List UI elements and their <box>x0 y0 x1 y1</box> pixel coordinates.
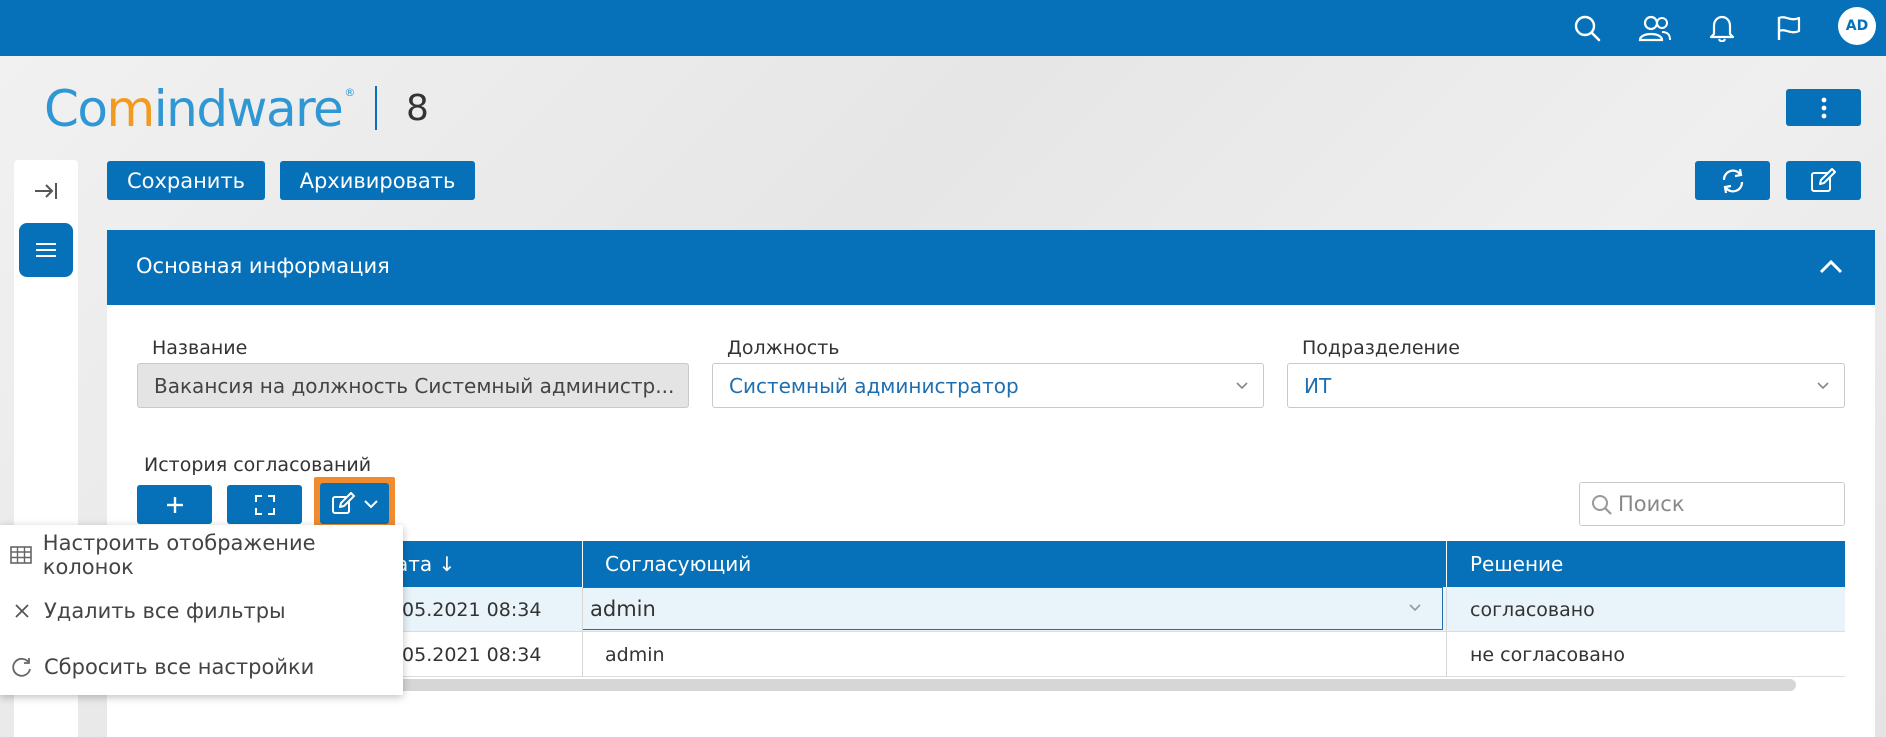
column-header-approver[interactable]: Согласующий <box>605 541 751 587</box>
save-button[interactable]: Сохранить <box>107 161 265 200</box>
users-icon[interactable] <box>1637 10 1673 46</box>
position-value: Системный администратор <box>729 373 1019 398</box>
reset-icon <box>0 656 44 678</box>
add-row-button[interactable] <box>137 485 212 524</box>
column-divider <box>1446 587 1447 677</box>
department-label: Подразделение <box>1302 337 1460 359</box>
record-number: 8 <box>406 88 429 129</box>
row-decision: согласовано <box>1470 598 1595 621</box>
menu-item-label: Настроить отображение колонок <box>42 531 316 579</box>
name-field[interactable]: Вакансия на должность Системный админист… <box>137 363 689 408</box>
row-date: .05.2021 08:34 <box>396 643 542 666</box>
department-select[interactable]: ИТ <box>1287 363 1845 408</box>
fullscreen-button[interactable] <box>227 485 302 524</box>
grid-settings-button[interactable] <box>320 483 389 524</box>
row-approver: admin <box>590 596 656 621</box>
chevron-up-icon[interactable] <box>1819 258 1843 274</box>
search-input[interactable]: Поиск <box>1579 482 1845 526</box>
archive-button[interactable]: Архивировать <box>280 161 475 200</box>
flag-icon[interactable] <box>1771 10 1807 46</box>
search-icon <box>1592 495 1612 515</box>
edit-icon <box>331 491 355 514</box>
grid-settings-menu: Настроить отображение колонок Удалить вс… <box>0 525 403 695</box>
table-icon <box>0 546 43 564</box>
column-header-date[interactable]: ата ↓ <box>396 541 455 587</box>
header-divider <box>582 541 583 587</box>
grid-header: ата ↓ Согласующий Решение <box>396 541 1845 587</box>
table-row[interactable]: .05.2021 08:34 admin не согласовано <box>396 632 1845 677</box>
menu-item-label: Сбросить все настройки <box>44 655 315 679</box>
menu-item-reset-settings[interactable]: Сбросить все настройки <box>0 639 403 695</box>
more-options-button[interactable] <box>1786 89 1861 126</box>
chevron-down-icon <box>363 499 378 508</box>
row-approver: admin <box>605 643 665 666</box>
approver-editor[interactable]: admin <box>582 587 1443 630</box>
column-header-decision[interactable]: Решение <box>1470 541 1563 587</box>
position-label: Должность <box>727 337 840 359</box>
menu-item-clear-filters[interactable]: Удалить все фильтры <box>0 583 403 639</box>
plus-icon <box>166 496 183 513</box>
chevron-down-icon <box>1817 382 1829 390</box>
department-value: ИТ <box>1304 373 1332 398</box>
comindware-logo: Comindware ® <box>44 80 355 138</box>
search-placeholder: Поиск <box>1618 492 1685 516</box>
collapse-sidebar-icon[interactable] <box>31 176 61 206</box>
row-date: .05.2021 08:34 <box>396 598 542 621</box>
section-header[interactable]: Основная информация <box>107 230 1875 305</box>
avatar[interactable]: AD <box>1838 7 1876 45</box>
header-divider <box>1446 541 1447 587</box>
search-icon[interactable] <box>1569 10 1605 46</box>
expand-icon <box>254 494 275 515</box>
chevron-down-icon[interactable] <box>1408 602 1422 614</box>
name-label: Название <box>152 337 248 359</box>
edit-button[interactable] <box>1786 161 1861 200</box>
menu-icon <box>36 243 56 257</box>
kebab-icon <box>1821 97 1826 118</box>
refresh-icon <box>1722 168 1743 193</box>
refresh-button[interactable] <box>1695 161 1770 200</box>
position-select[interactable]: Системный администратор <box>712 363 1264 408</box>
menu-item-label: Удалить все фильтры <box>44 599 286 623</box>
chevron-down-icon <box>1236 382 1248 390</box>
history-title: История согласований <box>144 454 372 476</box>
bell-icon[interactable] <box>1704 10 1740 46</box>
logo-separator <box>375 86 377 130</box>
edit-icon <box>1810 167 1836 192</box>
horizontal-scrollbar[interactable] <box>396 679 1796 691</box>
menu-item-configure-columns[interactable]: Настроить отображение колонок <box>0 527 403 583</box>
section-title: Основная информация <box>136 254 390 278</box>
menu-button[interactable] <box>19 223 73 277</box>
close-icon <box>0 603 44 619</box>
row-decision: не согласовано <box>1470 643 1625 666</box>
column-divider <box>582 587 583 677</box>
table-row[interactable]: .05.2021 08:34 admin согласовано <box>396 587 1845 632</box>
